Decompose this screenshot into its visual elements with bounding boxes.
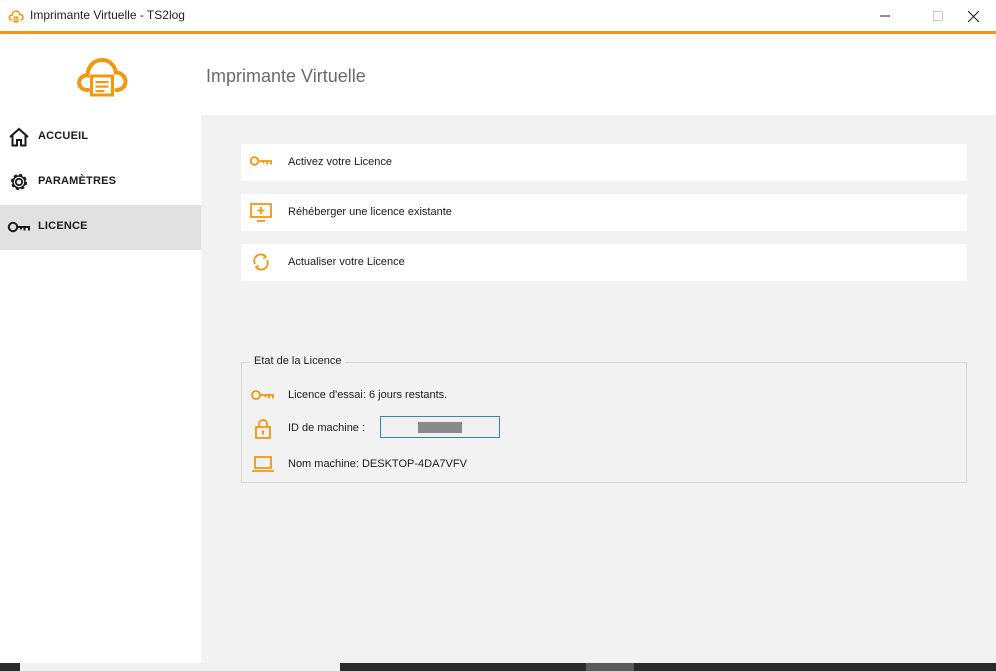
key-icon [7,221,30,233]
key-icon [251,390,274,400]
home-icon [9,127,29,147]
gear-icon [10,173,28,191]
redacted-value [418,422,462,433]
trial-status-row: Licence d'essai: 6 jours restants. [242,383,962,407]
machine-name-text: Nom machine: DESKTOP-4DA7VFV [288,458,467,470]
refresh-icon [253,253,269,271]
minimize-button[interactable] [862,0,908,32]
machine-name-row: Nom machine: DESKTOP-4DA7VFV [242,452,962,476]
sidebar-item-parametres[interactable]: PARAMÈTRES [0,160,201,205]
activate-licence-button[interactable]: Activez votre Licence [241,144,967,181]
action-label: Réhéberger une licence existante [288,206,452,218]
cloud-printer-logo-icon [77,57,128,97]
window-title: Imprimante Virtuelle - TS2log [30,8,185,22]
licence-status-group: Etat de la Licence Licence d'essai: 6 jo… [241,355,967,483]
page-title: Imprimante Virtuelle [206,66,366,86]
cloud-printer-icon [8,10,24,23]
minimize-icon [880,15,890,17]
machine-id-row: ID de machine : [242,416,962,440]
bottom-strip [0,663,996,671]
app-window: Imprimante Virtuelle - TS2log ACCUEIL PA… [0,0,996,671]
monitor-plus-icon [250,203,272,222]
key-icon [249,156,272,166]
licence-panel: Activez votre Licence Réhéberger une lic… [201,115,996,663]
status-legend: Etat de la Licence [250,355,346,367]
sidebar-item-label: LICENCE [38,220,88,232]
close-icon [967,10,979,22]
machine-id-field[interactable] [380,416,500,438]
lock-icon [255,419,271,439]
rehost-licence-button[interactable]: Réhéberger une licence existante [241,194,967,231]
trial-status-text: Licence d'essai: 6 jours restants. [288,389,448,401]
sidebar-item-licence[interactable]: LICENCE [0,205,201,250]
laptop-icon [252,456,274,472]
close-button[interactable] [950,0,996,32]
sidebar: ACCUEIL PARAMÈTRES LICENCE [0,34,201,663]
machine-id-label: ID de machine : [288,422,366,434]
refresh-licence-button[interactable]: Actualiser votre Licence [241,244,967,281]
action-label: Actualiser votre Licence [288,256,405,268]
sidebar-item-accueil[interactable]: ACCUEIL [0,115,201,160]
scrollbar-thumb[interactable] [20,663,340,671]
action-label: Activez votre Licence [288,156,392,168]
scrollbar-thumb-secondary[interactable] [586,663,634,671]
sidebar-item-label: PARAMÈTRES [38,175,117,187]
sidebar-item-label: ACCUEIL [38,130,89,142]
maximize-icon [933,11,943,21]
title-bar[interactable]: Imprimante Virtuelle - TS2log [0,0,996,32]
